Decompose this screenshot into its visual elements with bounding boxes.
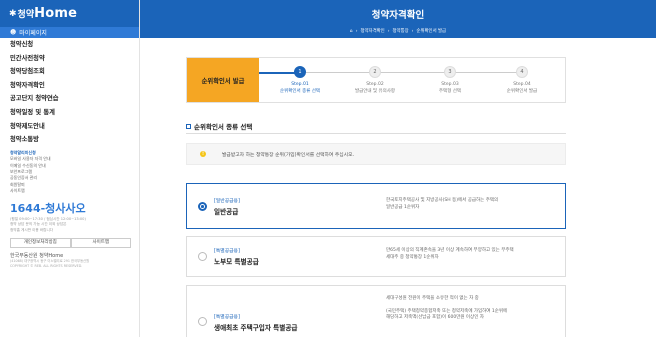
option-name: 생애최초 주택구입자 특별공급 [214,324,298,332]
hours-line: 청약홈 게시판 이용 바랍니다 [10,227,54,232]
step-desc: 순위확인서 종류 선택 [279,89,321,94]
page-title: 청약자격확인 [371,10,425,21]
sidebar-footer: 한국부동산원 청약Home (41068) 대구광역시 동구 이노밸리로 291… [0,252,139,269]
step-number: 1 [294,66,306,78]
call-center-hours: (평일 09:00~17:30 / 점심시간 12:00~13:00) 청약 상… [0,217,139,234]
option-name: 일반공급 [214,208,239,216]
step-2: 2 Step.02 발급안내 및 유의사항 [335,66,415,94]
submenu-item[interactable]: 사이트맵 [10,188,139,194]
radio-button[interactable] [198,252,207,261]
option-category: [일반공급용] [214,199,240,204]
breadcrumb: ⌂ › 청약자격확인 › 청약통장 › 순위확인서 발급 [140,28,656,35]
option-first-home-special[interactable]: [특별공급용] 생애최초 주택구입자 특별공급 세대구성원 전원이 주택을 소유… [186,285,566,337]
desc-line: 해당하고 저축액(선납금 포함)이 600만원 이상인 자 [386,315,484,321]
option-general-supply[interactable]: [일반공급용] 일반공급 한국토지주택공사 및 지방공사(SH 등)에서 공급하… [186,183,566,229]
notice-box: ! 발급받고자 하는 청약통장 순위(가입)확인서를 선택하여 주십시오. [186,143,566,165]
radio-button[interactable] [198,317,207,326]
option-description: 세대구성원 전원이 주택을 소유한 적이 없는 자 중 (국민주택) 주택청약종… [386,296,558,322]
desc-line: 세대구성원 전원이 주택을 소유한 적이 없는 자 중 [386,296,479,301]
logo-korean: 청약 [17,10,35,20]
step-desc: 순위확인서 발급 [506,89,538,94]
sidebar-item-community[interactable]: 청약소통방 [10,133,139,147]
option-description: 한국토지주택공사 및 지방공사(SH 등)에서 공급하는 주택의 일반공급 1순… [386,198,558,211]
page-banner: 청약자격확인 ⌂ › 청약자격확인 › 청약통장 › 순위확인서 발급 [140,0,656,38]
desc-line: 한국토지주택공사 및 지방공사(SH 등)에서 공급하는 주택의 [386,198,499,203]
step-name: Step.04 [513,82,531,87]
sidebar-menu: 청약신청 민간사전청약 청약당첨조회 청약자격확인 공고단지 청약연습 청약일정… [0,38,139,147]
option-elderly-parent-special[interactable]: [특별공급용] 노부모 특별공급 만65세 이상의 직계존속을 3년 이상 계속… [186,236,566,277]
step-3: 3 Step.03 주택형 선택 [410,66,490,94]
sidebar-buttons: 개인정보처리방침 사이트맵 [10,238,131,249]
call-center-phone: 1644-청사사오 [10,201,86,215]
chevron-right-icon: › [355,28,358,34]
chevron-right-icon: › [387,28,390,34]
radio-button[interactable] [198,202,207,211]
desc-line: 만65세 이상의 직계존속을 3년 이상 계속하여 부양하고 있는 무주택 [386,248,514,253]
step-name: Step.03 [441,82,459,87]
desc-line: 세대주 중 청약통장 1순위자 [386,254,439,260]
step-4: 4 Step.04 순위확인서 발급 [482,66,562,94]
stepper-label: 순위확인서 발급 [187,58,259,102]
privacy-policy-button[interactable]: 개인정보처리방침 [10,238,71,249]
warning-icon: ! [200,151,206,157]
breadcrumb-item-current: 순위확인서 발급 [416,29,447,34]
notice-text: 발급받고자 하는 청약통장 순위(가입)확인서를 선택하여 주십시오. [222,152,355,158]
option-category: [특별공급용] [214,249,240,254]
user-icon: ☻ [10,29,17,36]
sidebar: ✱ 청약 Home ☻ 마이페이지 청약신청 민간사전청약 청약당첨조회 청약자… [0,0,140,337]
logo-star-icon: ✱ [9,8,17,19]
logo[interactable]: ✱ 청약 Home [0,0,139,27]
footer-copyright: COPYRIGHT © REB. ALL RIGHTS RESERVED. [10,264,83,269]
step-name: Step.01 [291,82,309,87]
step-number: 3 [444,66,456,78]
chevron-right-icon: › [411,28,414,34]
section-title-text: 순위확인서 종류 선택 [194,123,253,131]
sidebar-item-schedule[interactable]: 청약일정 및 통계 [10,106,139,120]
sidebar-item-guide[interactable]: 청약제도안내 [10,120,139,134]
square-bullet-icon [186,123,191,129]
step-number: 2 [369,66,381,78]
sidebar-item-qualification[interactable]: 청약자격확인 [10,79,139,93]
option-name: 노부모 특별공급 [214,258,259,266]
sidebar-submenu: 청약알리미신청 모바일 사용자 자격 안내 이메일 수신동의 안내 보안프로그램… [0,150,139,195]
progress-stepper: 순위확인서 발급 1 Step.01 순위확인서 종류 선택 2 Step.02… [186,57,566,103]
section-title: 순위확인서 종류 선택 [186,121,252,131]
breadcrumb-item[interactable]: 청약통장 [392,28,408,34]
my-page-label: 마이페이지 [19,30,47,37]
desc-line: 일반공급 1순위자 [386,204,420,210]
option-description: 만65세 이상의 직계존속을 3년 이상 계속하여 부양하고 있는 무주택 세대… [386,248,558,261]
logo-english: Home [34,6,78,21]
sidebar-item-winner-check[interactable]: 청약당첨조회 [10,65,139,79]
home-icon[interactable]: ⌂ [350,29,353,34]
breadcrumb-item[interactable]: 청약자격확인 [360,28,384,34]
step-name: Step.02 [366,82,384,87]
step-desc: 주택형 선택 [438,89,462,94]
my-page-link[interactable]: ☻ 마이페이지 [0,27,139,38]
step-1: 1 Step.01 순위확인서 종류 선택 [260,66,340,94]
sidebar-item-practice[interactable]: 공고단지 청약연습 [10,92,139,106]
sidebar-item-private-pre-apply[interactable]: 민간사전청약 [10,52,139,66]
sitemap-button[interactable]: 사이트맵 [70,238,131,249]
step-number: 4 [516,66,528,78]
section-divider [186,133,566,134]
option-category: [특별공급용] [214,315,240,320]
step-desc: 발급안내 및 유의사항 [354,89,396,94]
sidebar-item-apply[interactable]: 청약신청 [10,38,139,52]
